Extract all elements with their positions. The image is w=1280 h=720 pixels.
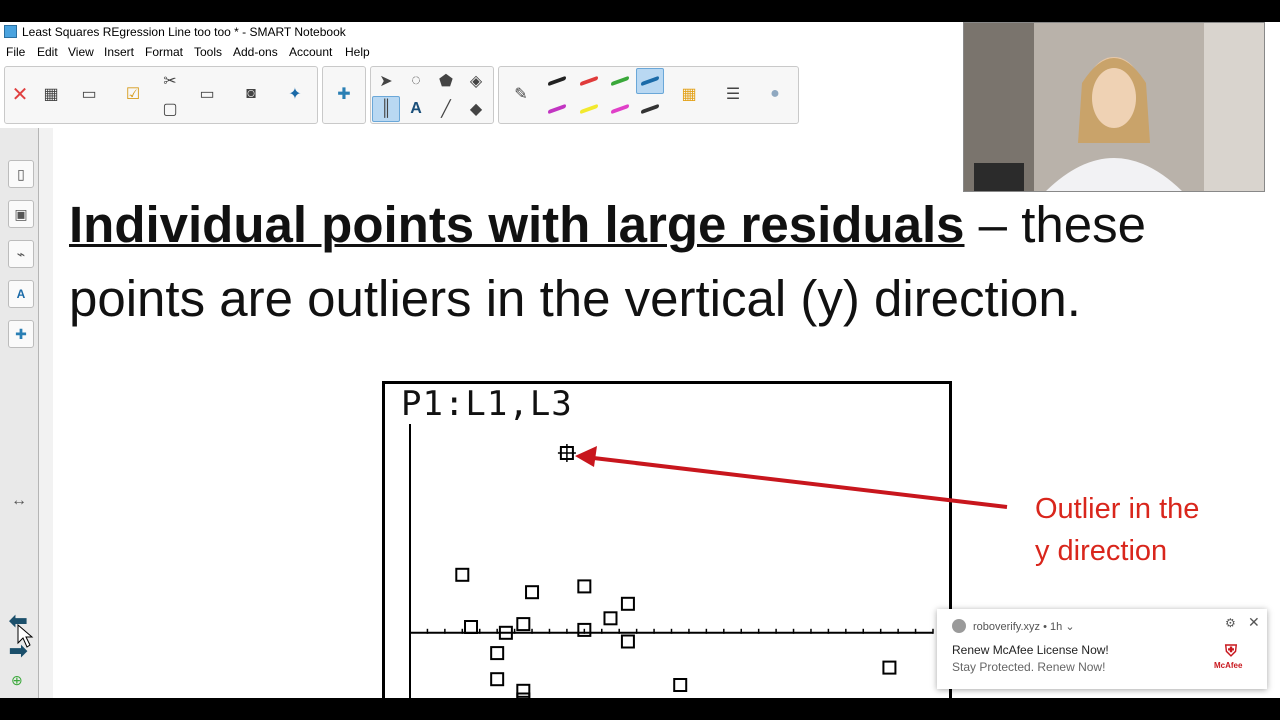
record-icon[interactable]: ▢ <box>156 96 184 122</box>
menu-edit[interactable]: Edit <box>37 45 58 59</box>
headline-line2: points are outliers in the vertical (y) … <box>69 270 1081 327</box>
settings-gear-icon[interactable]: ⚙ <box>1225 616 1236 630</box>
pen-style-dashed[interactable] <box>636 96 664 122</box>
camera-icon[interactable]: ◙ <box>237 81 265 107</box>
select-arrow-icon[interactable]: ➤ <box>372 68 400 94</box>
display-icon[interactable]: ▭ <box>193 81 221 107</box>
data-point <box>525 585 540 600</box>
response-icon[interactable]: ☑ <box>119 81 147 107</box>
calculator-scatter-plot: P1:L1,L3 <box>382 381 952 698</box>
line-icon[interactable]: ╱ <box>432 96 460 122</box>
properties-icon[interactable]: A <box>8 280 34 308</box>
data-point <box>516 683 531 698</box>
table-icon[interactable]: ▦ <box>37 81 65 107</box>
delete-icon[interactable]: ✕ <box>6 81 34 107</box>
shapes-icon[interactable]: ◌ <box>402 68 430 94</box>
browser-notification[interactable]: roboverify.xyz • 1h ⌄ ⚙ ✕ Renew McAfee L… <box>937 609 1267 689</box>
presenter-video <box>964 23 1264 191</box>
gallery-icon[interactable]: ▣ <box>8 200 34 228</box>
eraser-icon[interactable]: ◆ <box>462 96 490 122</box>
data-point <box>620 596 635 611</box>
chevron-down-icon[interactable]: ⌄ <box>1065 621 1074 633</box>
pens-icon[interactable]: ║ <box>372 96 400 122</box>
fill-shape-icon[interactable]: ⬟ <box>432 68 460 94</box>
app-icon <box>4 25 17 38</box>
color-grid-icon[interactable]: ▦ <box>675 81 703 107</box>
menu-account[interactable]: Account <box>289 45 332 59</box>
data-point <box>673 678 688 692</box>
pen-style-blue[interactable] <box>636 68 664 94</box>
slide-headline: Individual points with large residuals –… <box>69 188 1269 336</box>
data-point <box>516 617 531 632</box>
screen-shade-icon[interactable]: ▭ <box>75 81 103 107</box>
chrome-icon <box>952 619 966 633</box>
menu-insert[interactable]: Insert <box>104 45 134 59</box>
page-sorter-icon[interactable]: ▯ <box>8 160 34 188</box>
mcafee-brand: McAfee <box>1214 661 1243 670</box>
left-sidebar: ▯ ▣ ⌁ A ✚ ↔ ⬅ ➡ ⊕ <box>0 128 39 698</box>
data-point <box>464 620 479 634</box>
canvas-scrollbar[interactable] <box>39 128 53 698</box>
cut-icon[interactable]: ✂ <box>156 68 184 94</box>
pen-style-green[interactable] <box>606 68 634 94</box>
callout-line1: Outlier in the <box>1035 493 1200 525</box>
notification-separator: • <box>1043 621 1051 633</box>
data-point <box>577 579 592 594</box>
window-title: Least Squares REgression Line too too * … <box>22 25 346 39</box>
toolbar-group-puzzle: ✚ <box>322 66 366 124</box>
data-point <box>455 567 470 582</box>
pen-style-pink-dash[interactable] <box>606 96 634 122</box>
pen-style-yellow[interactable] <box>575 96 603 122</box>
callout-line2: y direction <box>1035 535 1168 567</box>
headline-rest-text: – these <box>964 196 1146 253</box>
notification-body: Stay Protected. Renew Now! <box>952 660 1106 674</box>
notification-age: 1h <box>1050 621 1063 633</box>
line-style-icon[interactable]: ☰ <box>719 81 747 107</box>
menu-view[interactable]: View <box>68 45 94 59</box>
close-icon[interactable]: ✕ <box>1248 614 1260 631</box>
text-icon[interactable]: A <box>402 96 430 122</box>
menu-tools[interactable]: Tools <box>194 45 222 59</box>
puzzle-icon[interactable]: ✚ <box>330 81 358 107</box>
menu-help[interactable]: Help <box>345 45 370 59</box>
toolbar-group-file: ✕ ▦ ▭ ☑ ✂ ▢ ▭ ◙ ✦ <box>4 66 318 124</box>
addons-puzzle-icon[interactable]: ✚ <box>8 320 34 348</box>
pen-style-black[interactable] <box>543 68 571 94</box>
add-page-icon[interactable]: ⊕ <box>11 672 23 689</box>
data-point <box>490 672 505 687</box>
mouse-cursor-icon <box>17 624 34 648</box>
fill-effects-icon[interactable]: ● <box>761 81 789 107</box>
data-point <box>490 646 505 661</box>
notification-title: Renew McAfee License Now! <box>952 643 1109 657</box>
data-point <box>603 611 618 626</box>
pen-style-red[interactable] <box>575 68 603 94</box>
pen-icon[interactable]: ✎ <box>507 81 535 107</box>
menu-file[interactable]: File <box>6 45 25 59</box>
data-point <box>620 634 635 649</box>
notification-source-row: roboverify.xyz • 1h ⌄ <box>973 620 1075 633</box>
data-point <box>882 660 897 675</box>
fill-bucket-icon[interactable]: ◈ <box>462 68 490 94</box>
pen-style-magenta[interactable] <box>543 96 571 122</box>
notification-source: roboverify.xyz <box>973 621 1041 633</box>
mcafee-shield-icon: ⛨ <box>1224 643 1237 660</box>
menu-format[interactable]: Format <box>145 45 183 59</box>
sidebar-resize-icon[interactable]: ↔ <box>11 492 27 510</box>
toolbar-group-pen-styles: ✎ ▦ ☰ ● <box>498 66 799 124</box>
attachments-icon[interactable]: ⌁ <box>8 240 34 268</box>
headline-bold-text: Individual points with large residuals <box>69 196 965 253</box>
webcam-overlay <box>963 22 1265 192</box>
menu-addons[interactable]: Add-ons <box>233 45 278 59</box>
outlier-callout: Outlier in the y direction <box>1035 488 1199 572</box>
scatter-svg <box>409 424 934 698</box>
toolbar-group-tools: ➤ ◌ ⬟ ◈ ║ A ╱ ◆ <box>370 66 494 124</box>
addon-icon[interactable]: ✦ <box>281 81 309 107</box>
